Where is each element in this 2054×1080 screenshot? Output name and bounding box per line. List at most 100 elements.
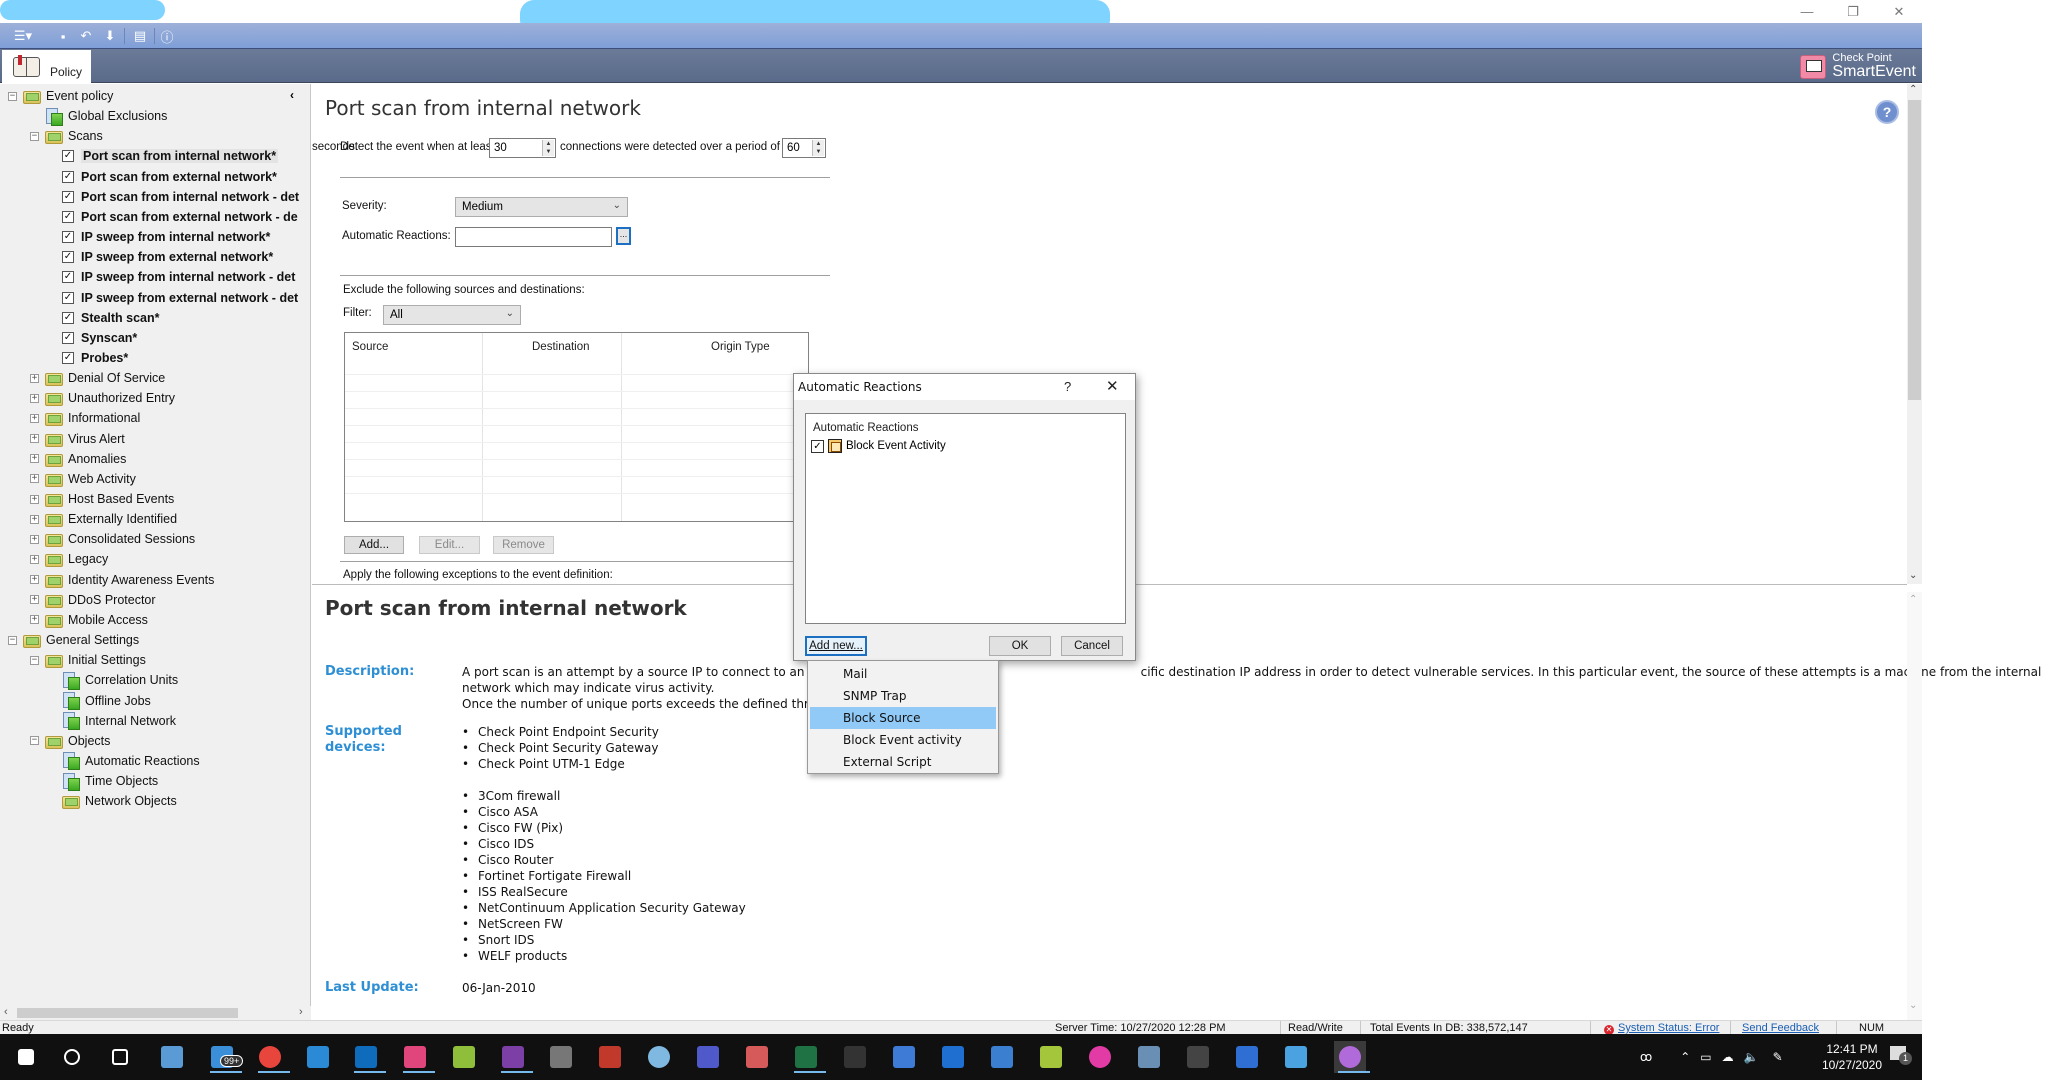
taskbar-app-red-icon[interactable] [594,1041,626,1073]
volume-icon[interactable]: 🔈 [1744,1050,1759,1064]
tree-item[interactable]: Time Objects [62,771,305,791]
tree-item[interactable]: + Mobile Access [30,610,305,630]
taskbar-script-tool-icon[interactable] [1035,1041,1067,1073]
scroll-down-icon[interactable]: ⌄ [1909,570,1917,581]
browse-reactions-button[interactable]: ... [616,227,631,245]
column-destination[interactable]: Destination [532,341,590,353]
menu-icon[interactable]: ☰▾ [9,27,37,45]
add-new-button[interactable]: Add new... [805,636,867,656]
scroll-right-icon[interactable]: › [299,1006,303,1018]
expand-icon[interactable]: + [30,494,39,504]
taskbar-wireshark-icon[interactable] [937,1041,969,1073]
spinner-arrows-icon[interactable]: ▲ ▼ [812,140,824,156]
tree-item[interactable]: + Identity Awareness Events [30,570,305,590]
tree-item[interactable]: ✓ Probes* [62,348,305,368]
tree-item[interactable]: + Web Activity [30,469,305,489]
info-icon[interactable]: ⓘ [158,27,176,45]
tree-item[interactable]: − General Settings [8,630,305,650]
taskbar-start-icon[interactable] [10,1041,42,1073]
remove-exclusion-button[interactable]: Remove [493,536,554,554]
edit-exclusion-button[interactable]: Edit... [419,536,480,554]
taskbar-search-icon[interactable] [56,1041,88,1073]
taskbar-chrome-icon[interactable] [254,1041,290,1073]
tree-item[interactable]: Automatic Reactions [62,751,305,771]
network-icon[interactable]: ▭ [1700,1050,1711,1064]
event-checkbox[interactable]: ✓ [62,311,74,324]
event-checkbox[interactable]: ✓ [62,170,74,183]
tree-item[interactable]: Correlation Units [62,670,305,690]
scroll-up-icon[interactable]: ⌃ [1909,84,1917,95]
expand-icon[interactable]: + [30,413,39,423]
tree-item[interactable]: ✓ Port scan from internal network* [62,146,305,166]
taskbar-outlook-icon[interactable] [350,1041,386,1073]
top-pane-scrollbar[interactable]: ⌃ ⌄ [1907,84,1922,584]
tree-item[interactable]: + Informational [30,408,305,428]
ok-button[interactable]: OK [989,636,1051,656]
close-dialog-button[interactable]: ✕ [1106,377,1119,395]
tree-item[interactable]: + Externally Identified [30,509,305,529]
close-button[interactable]: ✕ [1876,0,1922,23]
add-exclusion-button[interactable]: Add... [344,536,404,554]
show-hidden-icons[interactable]: ⌃ [1680,1050,1690,1064]
tree-item[interactable]: ✓ Port scan from external network* [62,167,305,187]
spinner-arrows-icon[interactable]: ▲ ▼ [542,140,554,156]
clock[interactable]: 12:41 PM 10/27/2020 [1816,1041,1888,1073]
collapse-icon[interactable]: − [8,91,17,101]
expand-icon[interactable]: + [30,595,39,605]
tree-item[interactable]: ✓ IP sweep from external network - det [62,288,305,308]
help-button[interactable]: ? [1064,379,1071,394]
tree-item[interactable]: − Event policy [8,86,305,106]
restore-button[interactable]: ❐ [1830,0,1876,23]
connections-spinner[interactable]: 30 ▲ ▼ [489,138,556,158]
tree-item[interactable]: ✓ Port scan from internal network - det [62,187,305,207]
reactions-list[interactable]: Automatic Reactions ✓ Block Event Activi… [805,413,1126,624]
taskbar-teams-icon[interactable] [692,1041,724,1073]
system-status-link[interactable]: ✕ System Status: Error [1604,1021,1719,1035]
taskbar-network-tool-icon[interactable] [888,1041,920,1073]
automatic-reactions-field[interactable] [455,227,612,247]
taskbar-notepad-plus-icon[interactable] [448,1041,480,1073]
taskbar-excel-icon[interactable] [790,1041,826,1073]
expand-icon[interactable]: + [30,454,39,464]
collapse-icon[interactable]: − [30,131,39,141]
onedrive-icon[interactable]: ☁ [1722,1050,1734,1064]
event-checkbox[interactable]: ✓ [62,351,74,364]
taskbar-app-funnel-icon[interactable] [1280,1041,1312,1073]
taskbar-vpn-lock-icon[interactable] [545,1041,577,1073]
exclusions-table[interactable]: Source Destination Origin Type [344,332,809,522]
tree-item[interactable]: Global Exclusions [45,106,305,126]
scrollbar-thumb[interactable] [17,1008,238,1018]
tree-item[interactable]: + DDoS Protector [30,590,305,610]
taskbar-cmd-icon[interactable] [839,1041,871,1073]
reaction-checkbox[interactable]: ✓ [811,439,824,453]
event-checkbox[interactable]: ✓ [62,231,74,244]
pen-icon[interactable]: ✎ [1773,1050,1783,1064]
menu-item-mail[interactable]: Mail [810,663,996,685]
menu-item-snmp-trap[interactable]: SNMP Trap [810,685,996,707]
expand-icon[interactable]: + [30,534,39,544]
column-origin-type[interactable]: Origin Type [711,341,770,353]
taskbar-terminal-icon[interactable] [1182,1041,1214,1073]
reaction-item[interactable]: ✓ Block Event Activity [811,439,946,453]
menu-item-external-script[interactable]: External Script [810,751,996,773]
tree-item[interactable]: Internal Network [62,711,305,731]
event-checkbox[interactable]: ✓ [62,251,74,264]
taskbar-task-view-icon[interactable] [104,1041,136,1073]
tree-item[interactable]: + Host Based Events [30,489,305,509]
column-source[interactable]: Source [352,341,388,353]
scroll-left-icon[interactable]: ‹ [4,1006,8,1018]
tree-item[interactable]: ✓ IP sweep from internal network* [62,227,305,247]
event-checkbox[interactable]: ✓ [62,150,74,163]
event-checkbox[interactable]: ✓ [62,190,74,203]
expand-icon[interactable]: + [30,393,39,403]
scroll-up-icon[interactable]: ⌃ [1909,594,1917,605]
taskbar-remote-app-icon[interactable] [1231,1041,1263,1073]
tree-item[interactable]: + Legacy [30,549,305,569]
menu-item-block-event-activity[interactable]: Block Event activity [810,729,996,751]
install-icon[interactable]: ⬇ [101,27,119,45]
tree-item[interactable]: + Anomalies [30,449,305,469]
tree-item[interactable]: − Scans [30,126,305,146]
taskbar-app-crown-icon[interactable] [399,1041,435,1073]
filter-select[interactable]: All ⌄ [383,305,521,325]
cancel-button[interactable]: Cancel [1061,636,1123,656]
